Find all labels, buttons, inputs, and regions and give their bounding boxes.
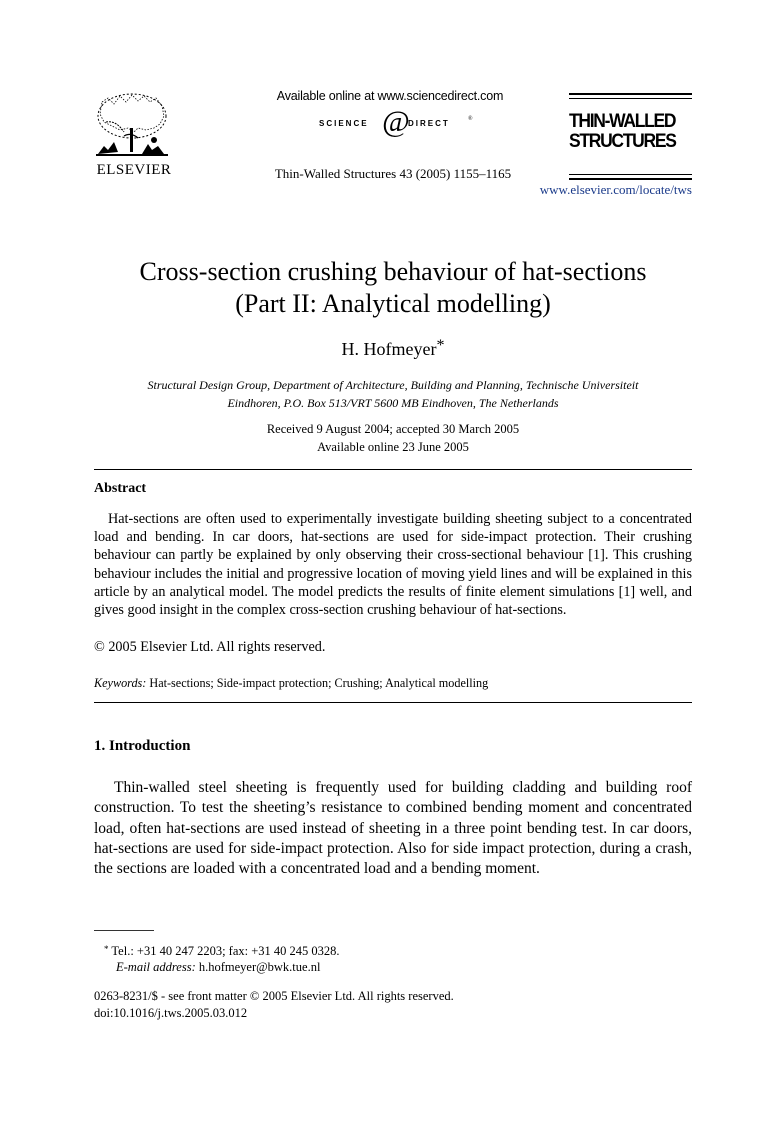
introduction-paragraph: Thin-walled steel sheeting is frequently… — [94, 779, 692, 878]
journal-url-link[interactable]: www.elsevier.com/locate/tws — [520, 182, 692, 198]
elsevier-tree-icon — [96, 93, 168, 156]
divider — [94, 469, 692, 470]
article-dates: Received 9 August 2004; accepted 30 Marc… — [90, 420, 696, 456]
registered-mark: ® — [468, 116, 473, 122]
journal-logo-rule — [569, 98, 692, 99]
keywords-list: Hat-sections; Side-impact protection; Cr… — [149, 676, 489, 690]
email-label: E-mail address: — [116, 960, 196, 974]
received-date: Received 9 August 2004; accepted 30 Marc… — [266, 422, 520, 436]
publisher-name: ELSEVIER — [96, 162, 172, 178]
available-date: Available online 23 June 2005 — [317, 440, 469, 454]
affiliation-line-1: Structural Design Group, Department of A… — [147, 378, 639, 392]
footnote-email: E-mail address: h.hofmeyer@bwk.tue.nl — [116, 960, 320, 975]
footnote-contact: * Tel.: +31 40 247 2203; fax: +31 40 245… — [104, 944, 340, 959]
affiliation: Structural Design Group, Department of A… — [90, 376, 696, 412]
email-address-link[interactable]: h.hofmeyer@bwk.tue.nl — [199, 960, 321, 974]
issn-line: 0263-8231/$ - see front matter © 2005 El… — [94, 989, 454, 1003]
copyright-notice: © 2005 Elsevier Ltd. All rights reserved… — [94, 639, 326, 655]
journal-logo-line1: THIN-WALLED — [569, 111, 677, 132]
journal-citation: Thin-Walled Structures 43 (2005) 1155–11… — [274, 166, 512, 181]
at-sign-icon: @ — [382, 105, 410, 138]
author-name: H. Hofmeyer — [341, 339, 437, 359]
sciencedirect-logo: SCIENCE @ DIRECT ® — [300, 105, 500, 140]
abstract-heading: Abstract — [94, 481, 147, 496]
title-line-1: Cross-section crushing behaviour of hat-… — [139, 257, 647, 286]
keywords: Keywords: Hat-sections; Side-impact prot… — [94, 676, 488, 691]
available-online-text: Available online at www.sciencedirect.co… — [276, 89, 504, 103]
journal-logo-rule — [569, 174, 692, 175]
title-line-2: (Part II: Analytical modelling) — [235, 289, 551, 318]
affiliation-line-2: Eindhoren, P.O. Box 513/VRT 5600 MB Eind… — [227, 396, 559, 410]
sciencedirect-direct-text: DIRECT — [408, 119, 450, 128]
elsevier-logo: ELSEVIER — [94, 92, 172, 180]
doi-link[interactable]: doi:10.1016/j.tws.2005.03.012 — [94, 1006, 247, 1021]
footnote-divider — [94, 930, 154, 931]
sciencedirect-science-text: SCIENCE — [319, 119, 369, 128]
article-title: Cross-section crushing behaviour of hat-… — [80, 256, 706, 320]
author-footnote-marker[interactable]: * — [436, 337, 444, 354]
journal-logo-rule — [569, 93, 692, 95]
abstract-body: Hat-sections are often used to experimen… — [94, 510, 692, 619]
footnote-tel-fax: Tel.: +31 40 247 2203; fax: +31 40 245 0… — [111, 944, 340, 958]
keywords-label: Keywords: — [94, 676, 147, 690]
divider — [94, 702, 692, 703]
footnote-marker: * — [104, 944, 109, 954]
journal-logo-line2: STRUCTURES — [569, 131, 677, 152]
journal-logo: THIN-WALLED STRUCTURES — [569, 112, 684, 152]
journal-logo-rule — [569, 178, 692, 180]
section-heading-introduction: 1. Introduction — [94, 738, 191, 754]
author: H. Hofmeyer* — [240, 337, 546, 360]
abstract-text: Hat-sections are often used to experimen… — [94, 511, 692, 619]
